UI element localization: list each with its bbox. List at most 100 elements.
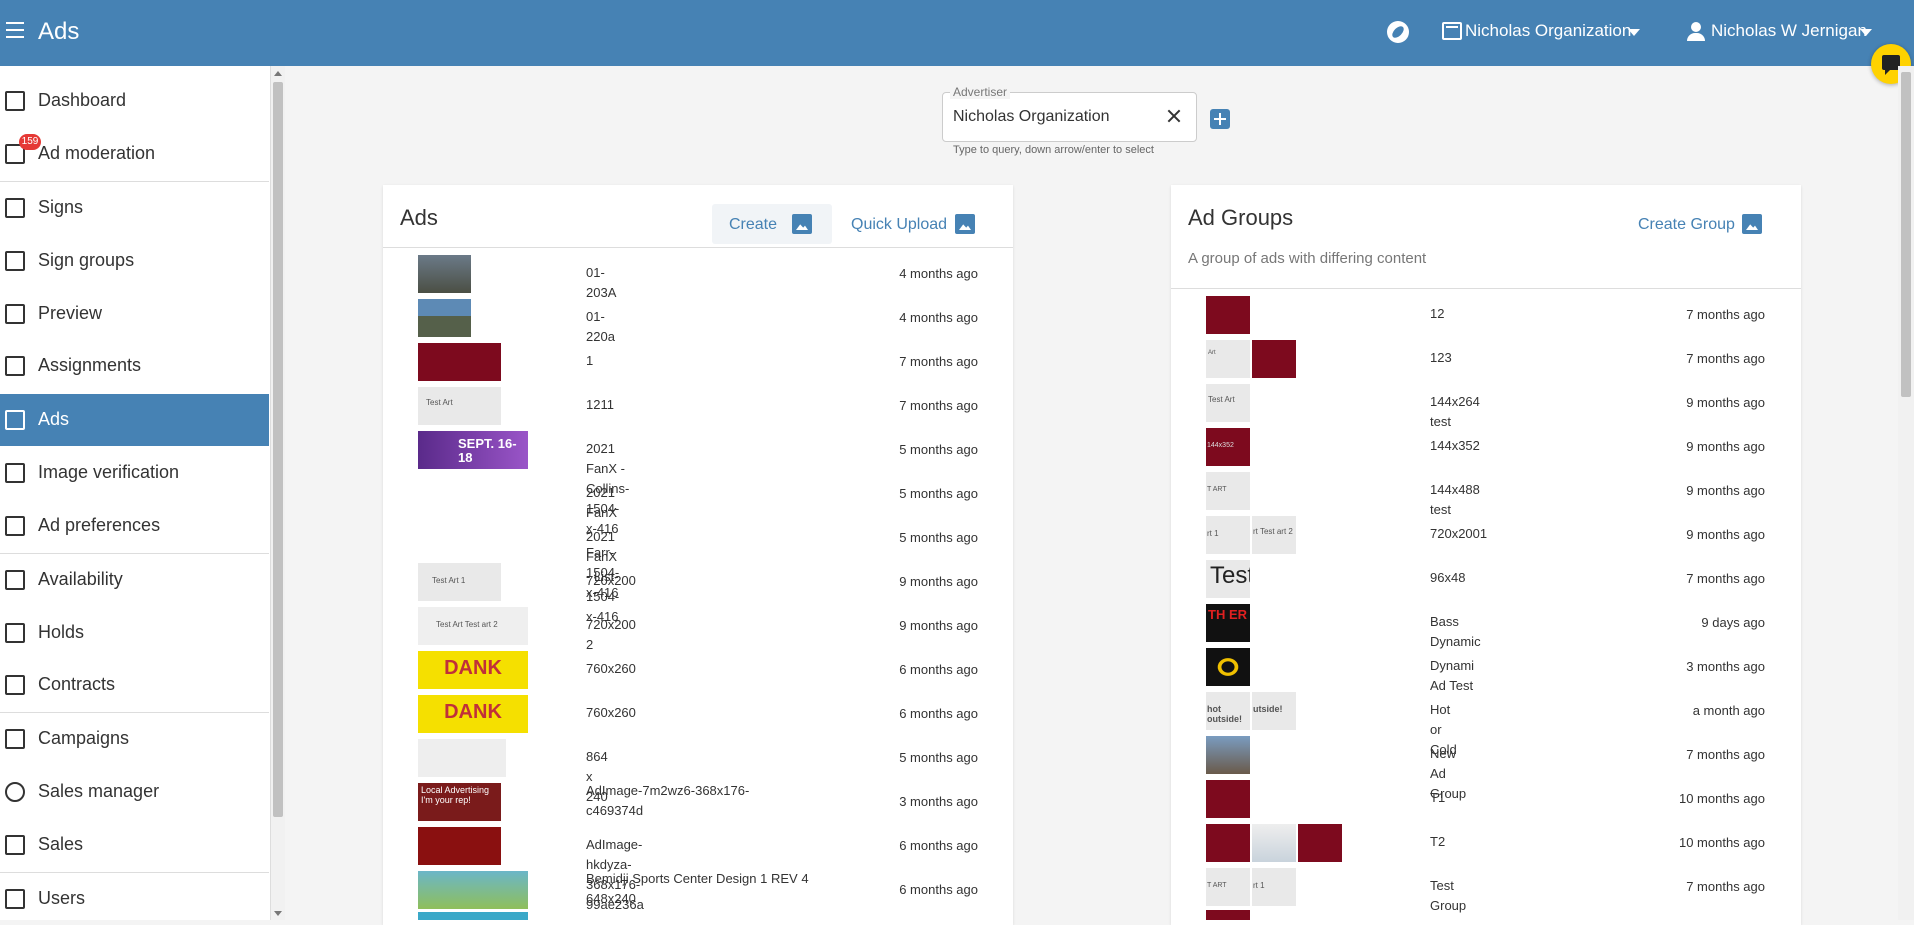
compass-icon[interactable] [1387, 21, 1409, 43]
group-thumbnail[interactable]: T ART [1206, 868, 1250, 906]
ad-name[interactable]: 720x200 [586, 571, 636, 591]
group-thumbnail[interactable] [1252, 824, 1296, 862]
sidebar-item-signs[interactable]: Signs [0, 182, 269, 234]
sidebar-item-ad-moderation[interactable]: 159 Ad moderation [0, 128, 269, 180]
group-thumbnail[interactable]: T ART [1206, 472, 1250, 510]
quick-upload-button[interactable]: Quick Upload [851, 216, 947, 234]
sidebar-item-users[interactable]: Users [0, 873, 269, 920]
group-name[interactable]: 144x264 test [1430, 392, 1480, 432]
group-thumbnail[interactable]: Test Art [1206, 384, 1250, 422]
menu-icon[interactable] [6, 22, 24, 38]
ad-thumbnail[interactable]: DANK [418, 695, 528, 733]
group-thumbnail[interactable] [1206, 780, 1250, 818]
group-name[interactable]: Test Group [1430, 876, 1466, 916]
group-thumbnail[interactable] [1206, 824, 1250, 862]
group-name[interactable]: 720x2001 [1430, 524, 1487, 544]
ad-time: 3 months ago [899, 794, 978, 809]
sidebar-item-sales[interactable]: Sales [0, 819, 269, 871]
user-icon[interactable] [1686, 22, 1706, 42]
sidebar-item-sign-groups[interactable]: Sign groups [0, 235, 269, 287]
sidebar-item-label: Contracts [38, 674, 116, 694]
group-thumbnail[interactable] [1206, 296, 1250, 334]
ad-name[interactable]: 720x200 2 [586, 615, 636, 655]
sidebar-item-image-verification[interactable]: Image verification [0, 447, 269, 499]
ad-name[interactable]: 01-220a [586, 307, 615, 347]
sidebar-item-contracts[interactable]: Contracts [0, 659, 269, 711]
group-name[interactable]: 144x488 test [1430, 480, 1480, 520]
group-thumbnail[interactable]: TH ER [1206, 604, 1250, 642]
group-thumbnail[interactable]: rt Test art 2 [1252, 516, 1296, 554]
group-thumbnail[interactable]: utside! [1252, 692, 1296, 730]
group-name[interactable]: 123 [1430, 348, 1452, 368]
organization-selector[interactable]: Nicholas Organization [1465, 21, 1631, 41]
group-name[interactable]: Bass Dynamic [1430, 612, 1481, 652]
preferences-icon [5, 516, 25, 536]
ad-time: 4 months ago [899, 266, 978, 281]
sidebar-item-availability[interactable]: Availability [0, 554, 269, 606]
group-time: 9 days ago [1701, 615, 1765, 630]
add-photo-icon[interactable] [792, 214, 812, 234]
group-thumbnail[interactable]: 144x352 [1206, 428, 1250, 466]
ad-name[interactable]: 1 [586, 351, 593, 371]
group-thumbnail[interactable] [1206, 736, 1250, 774]
advertiser-value[interactable]: Nicholas Organization [953, 108, 1110, 126]
sidebar-scrollbar-thumb[interactable] [273, 82, 283, 817]
group-name[interactable]: Dynami Ad Test [1430, 656, 1474, 696]
group-thumbnail[interactable]: Test [1206, 560, 1250, 598]
group-name[interactable]: T1 [1430, 788, 1445, 808]
add-box-icon[interactable] [955, 214, 975, 234]
group-time: 9 months ago [1686, 439, 1765, 454]
group-name[interactable]: 12 [1430, 304, 1444, 324]
group-thumbnail[interactable]: rt 1 [1206, 516, 1250, 554]
group-thumbnail[interactable] [1206, 648, 1250, 686]
ad-name[interactable]: 1211 [586, 395, 614, 415]
ad-thumbnail[interactable]: SEPT. 16-18 [418, 431, 528, 469]
group-name[interactable]: 96x48 [1430, 568, 1465, 588]
store-icon[interactable] [1442, 22, 1462, 40]
ad-name[interactable]: 760x260 [586, 703, 636, 723]
scroll-up-icon[interactable] [274, 71, 282, 76]
group-thumbnail[interactable]: hot outside! [1206, 692, 1250, 730]
group-name[interactable]: 144x352 [1430, 436, 1480, 456]
sidebar-item-ads[interactable]: Ads [0, 394, 269, 446]
ad-thumbnail[interactable] [418, 299, 471, 337]
sidebar-item-assignments[interactable]: Assignments [0, 340, 269, 392]
photo-library-icon[interactable] [1742, 214, 1762, 234]
group-thumbnail[interactable] [1298, 824, 1342, 862]
group-name[interactable]: T2 [1430, 832, 1445, 852]
sidebar-item-sales-manager[interactable]: Sales manager [0, 766, 269, 818]
sidebar-item-holds[interactable]: Holds [0, 607, 269, 659]
ad-thumbnail[interactable] [418, 343, 501, 381]
group-thumbnail[interactable] [1252, 340, 1296, 378]
add-advertiser-button[interactable] [1210, 109, 1230, 129]
scroll-down-icon[interactable] [274, 911, 282, 916]
ad-thumbnail[interactable] [418, 739, 506, 777]
ad-name[interactable]: AdImage-7m2wz6-368x176-c469374d [586, 781, 786, 821]
ad-thumbnail[interactable]: Test Art 1 [418, 563, 501, 601]
user-menu[interactable]: Nicholas W Jernigan [1711, 21, 1867, 41]
ad-name[interactable]: 760x260 [586, 659, 636, 679]
sidebar-item-ad-preferences[interactable]: Ad preferences [0, 500, 269, 552]
sidebar-item-preview[interactable]: Preview [0, 288, 269, 340]
group-thumbnail[interactable] [1206, 910, 1250, 920]
chevron-down-icon[interactable] [1860, 29, 1872, 36]
ad-thumbnail[interactable]: Test Art Test art 2 [418, 607, 528, 645]
ad-name[interactable]: 01-203A [586, 263, 616, 303]
ad-thumbnail[interactable]: DANK [418, 651, 528, 689]
chevron-down-icon[interactable] [1628, 29, 1640, 36]
ad-thumbnail[interactable]: Local Advertising I'm your rep! [418, 783, 501, 821]
ad-thumbnail[interactable] [418, 255, 471, 293]
ad-thumbnail[interactable]: Test Art [418, 387, 501, 425]
sidebar-item-dashboard[interactable]: Dashboard [0, 75, 269, 127]
ad-name[interactable]: Bemidji Sports Center Design 1 REV 4 648… [586, 869, 816, 909]
main-scrollbar-thumb[interactable] [1901, 72, 1911, 397]
group-thumbnail[interactable]: Art [1206, 340, 1250, 378]
ad-thumbnail[interactable] [418, 871, 528, 909]
create-ad-label[interactable]: Create [729, 216, 777, 234]
create-group-button[interactable]: Create Group [1638, 216, 1735, 234]
ad-thumbnail[interactable] [418, 912, 528, 920]
ad-thumbnail[interactable] [418, 827, 501, 865]
clear-icon[interactable] [1166, 108, 1182, 124]
group-thumbnail[interactable]: rt 1 [1252, 868, 1296, 906]
sidebar-item-campaigns[interactable]: Campaigns [0, 713, 269, 765]
